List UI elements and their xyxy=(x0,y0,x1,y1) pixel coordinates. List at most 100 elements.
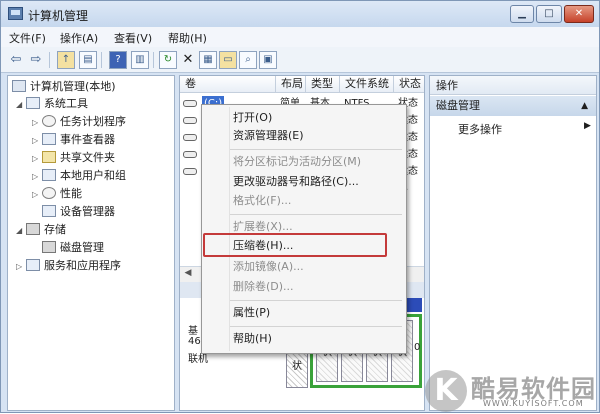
maximize-button[interactable]: □ xyxy=(536,5,562,23)
collapsed-icon[interactable]: ▷ xyxy=(32,168,42,185)
tree-item-device-manager[interactable]: 设备管理器 xyxy=(32,203,115,220)
tree-item-performance[interactable]: ▷ 性能 xyxy=(32,185,82,202)
show-hide-icon[interactable]: ▥ xyxy=(131,51,149,69)
collapsed-icon[interactable]: ▷ xyxy=(16,258,26,275)
menu-item-delete-volume: 删除卷(D)... xyxy=(233,280,294,293)
actions-header: 操作 xyxy=(430,76,596,95)
tree-item-label: 任务计划程序 xyxy=(60,115,126,128)
tree-item-label: 本地用户和组 xyxy=(60,169,126,182)
up-folder-icon[interactable]: ↑ xyxy=(57,51,75,69)
partition-label: 状 xyxy=(292,361,302,372)
toolbar-separator xyxy=(49,52,50,68)
drive-icon xyxy=(183,151,197,158)
actions-pane: 操作 磁盘管理 ▲ 更多操作 ▶ xyxy=(429,75,597,411)
tree-item-shared-folders[interactable]: ▷ 共享文件夹 xyxy=(32,149,115,166)
watermark: K 酷易软件园 WWW.KUYISOFT.COM xyxy=(423,367,600,414)
export-icon[interactable]: ▣ xyxy=(259,51,277,69)
storage-icon xyxy=(26,223,40,235)
tree-item-label: 事件查看器 xyxy=(60,133,115,146)
watermark-url: WWW.KUYISOFT.COM xyxy=(483,399,584,408)
forward-arrow-icon[interactable]: ⇨ xyxy=(27,51,45,69)
tree-item-label: 服务和应用程序 xyxy=(44,259,121,272)
refresh-icon[interactable]: ↻ xyxy=(159,51,177,69)
computer-management-icon xyxy=(8,7,23,20)
watermark-logo: K xyxy=(425,370,467,412)
menu-item-mark-active: 将分区标记为活动分区(M) xyxy=(233,155,362,168)
back-arrow-icon[interactable]: ⇦ xyxy=(7,51,25,69)
computer-management-window: 计算机管理 ▁ □ ✕ 文件(F) 操作(A) 查看(V) 帮助(H) ⇦ ⇨ … xyxy=(0,0,600,413)
collapse-icon[interactable]: ▲ xyxy=(581,96,588,116)
column-header-layout[interactable]: 布局 xyxy=(276,76,306,93)
drive-icon xyxy=(183,134,197,141)
shrink-volume-highlight xyxy=(203,233,387,257)
menu-separator xyxy=(230,326,402,327)
tree-item-label: 设备管理器 xyxy=(60,205,115,218)
column-header-status[interactable]: 状态 xyxy=(394,76,424,93)
menu-separator xyxy=(230,300,402,301)
disk-management-icon xyxy=(42,241,56,253)
event-viewer-icon xyxy=(42,133,56,145)
menu-item-help[interactable]: 帮助(H) xyxy=(202,328,406,350)
tree-item-system-tools[interactable]: ◢ 系统工具 xyxy=(16,95,88,112)
drive-icon xyxy=(183,168,197,175)
menu-bar: 文件(F) 操作(A) 查看(V) 帮助(H) xyxy=(1,27,599,47)
context-menu: 打开(O) 资源管理器(E) 将分区标记为活动分区(M) 更改驱动器号和路径(C… xyxy=(201,104,407,354)
menu-item-explorer[interactable]: 资源管理器(E) xyxy=(202,125,406,147)
tree-item-services-apps[interactable]: ▷ 服务和应用程序 xyxy=(16,257,121,274)
tree-item-label: 计算机管理(本地) xyxy=(30,80,116,93)
column-header-filesystem[interactable]: 文件系统 xyxy=(340,76,394,93)
help-icon[interactable]: ? xyxy=(109,51,127,69)
tree-item-task-scheduler[interactable]: ▷ 任务计划程序 xyxy=(32,113,126,130)
more-actions-link[interactable]: 更多操作 xyxy=(458,121,502,137)
console-tree: 计算机管理(本地) ◢ 系统工具 ▷ 任务计划程序 ▷ 事件查看器 ▷ 共享文件夹 ▷ 本… xyxy=(7,75,175,411)
menu-help[interactable]: 帮助(H) xyxy=(168,30,207,46)
tree-item-label: 系统工具 xyxy=(44,97,88,110)
tree-item-label: 共享文件夹 xyxy=(60,151,115,164)
menu-item-properties[interactable]: 属性(P) xyxy=(202,302,406,324)
users-icon xyxy=(42,169,56,181)
tree-item-label: 存储 xyxy=(44,223,66,236)
tree-item-storage[interactable]: ◢ 存储 xyxy=(16,221,66,238)
tree-item-disk-management[interactable]: 磁盘管理 xyxy=(32,239,104,256)
partition-size-fragment: 0 xyxy=(414,342,421,353)
expanded-icon[interactable]: ◢ xyxy=(16,96,26,113)
tree-item-label: 磁盘管理 xyxy=(60,241,104,254)
menu-view[interactable]: 查看(V) xyxy=(114,30,152,46)
column-header-volume[interactable]: 卷 xyxy=(180,76,276,93)
properties-icon[interactable]: ▦ xyxy=(199,51,217,69)
console-tree-icon[interactable]: ▤ xyxy=(79,51,97,69)
minimize-button[interactable]: ▁ xyxy=(510,5,534,23)
tree-item-event-viewer[interactable]: ▷ 事件查看器 xyxy=(32,131,115,148)
disk-label: 基 xyxy=(188,326,198,337)
collapsed-icon[interactable]: ▷ xyxy=(32,186,42,203)
toolbar-separator xyxy=(153,52,154,68)
drive-icon xyxy=(183,100,197,107)
delete-icon[interactable]: ✕ xyxy=(179,51,197,69)
menu-separator xyxy=(230,214,402,215)
tree-item-root[interactable]: 计算机管理(本地) xyxy=(12,78,116,95)
scroll-left-icon[interactable]: ◀ xyxy=(181,268,195,278)
menu-item-add-mirror: 添加镜像(A)... xyxy=(233,260,304,273)
search-icon[interactable]: ⌕ xyxy=(239,51,257,69)
tools-icon xyxy=(26,97,40,109)
expanded-icon[interactable]: ◢ xyxy=(16,222,26,239)
device-manager-icon xyxy=(42,205,56,217)
collapsed-icon[interactable]: ▷ xyxy=(32,150,42,167)
menu-action[interactable]: 操作(A) xyxy=(60,30,98,46)
close-button[interactable]: ✕ xyxy=(564,5,594,23)
tree-item-label: 性能 xyxy=(60,187,82,200)
clock-icon xyxy=(42,115,56,127)
title-bar: 计算机管理 ▁ □ ✕ xyxy=(1,1,599,27)
open-icon[interactable]: ▭ xyxy=(219,51,237,69)
toolbar-separator xyxy=(101,52,102,68)
collapsed-icon[interactable]: ▷ xyxy=(32,132,42,149)
submenu-arrow-icon[interactable]: ▶ xyxy=(584,121,591,131)
performance-icon xyxy=(42,187,56,199)
collapsed-icon[interactable]: ▷ xyxy=(32,114,42,131)
menu-item-format: 格式化(F)... xyxy=(233,194,292,207)
menu-file[interactable]: 文件(F) xyxy=(9,30,46,46)
tree-item-local-users[interactable]: ▷ 本地用户和组 xyxy=(32,167,126,184)
services-icon xyxy=(26,259,40,271)
actions-section-disk-management[interactable]: 磁盘管理 ▲ xyxy=(430,96,596,116)
column-header-type[interactable]: 类型 xyxy=(306,76,340,93)
